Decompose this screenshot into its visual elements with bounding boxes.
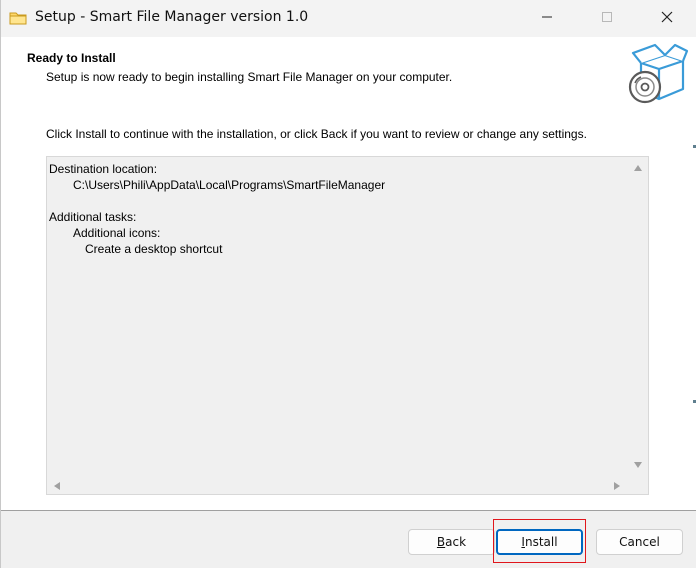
destination-label: Destination location: [49, 162, 158, 176]
window-title: Setup - Smart File Manager version 1.0 [35, 9, 309, 25]
scroll-left-icon[interactable] [54, 482, 60, 490]
close-button[interactable] [637, 0, 696, 37]
title-bar[interactable]: Setup - Smart File Manager version 1.0 [1, 0, 696, 37]
minimize-icon [541, 11, 553, 26]
footer-divider [1, 510, 696, 511]
cancel-button-label: Cancel [619, 535, 660, 549]
back-button-label: Back [436, 535, 467, 549]
setup-window: Setup - Smart File Manager version 1.0 R… [0, 0, 696, 568]
maximize-icon [601, 11, 613, 26]
instruction-text: Click Install to continue with the insta… [46, 127, 587, 141]
shortcut-task: Create a desktop shortcut [85, 242, 223, 256]
folder-icon [9, 10, 27, 26]
scroll-down-icon[interactable] [634, 462, 642, 468]
close-icon [661, 11, 673, 26]
memo-spacer [49, 193, 627, 209]
install-button[interactable]: Install [496, 529, 583, 555]
back-button[interactable]: Back [408, 529, 495, 555]
wizard-body: Click Install to continue with the insta… [1, 111, 696, 510]
wizard-header: Ready to Install Setup is now ready to b… [1, 37, 696, 111]
horizontal-scrollbar[interactable] [47, 477, 628, 494]
memo-content: Destination location: C:\Users\Phili\App… [49, 161, 627, 257]
maximize-button[interactable] [577, 0, 637, 37]
cancel-button[interactable]: Cancel [596, 529, 683, 555]
page-subtitle: Setup is now ready to begin installing S… [46, 70, 453, 84]
scroll-right-icon[interactable] [614, 482, 620, 490]
vertical-scrollbar[interactable] [628, 157, 648, 478]
destination-path: C:\Users\Phili\AppData\Local\Programs\Sm… [73, 178, 386, 192]
ready-memo[interactable]: Destination location: C:\Users\Phili\App… [46, 156, 649, 495]
install-box-disc-icon [625, 41, 689, 107]
page-title: Ready to Install [27, 51, 116, 65]
minimize-button[interactable] [517, 0, 577, 37]
install-button-label: Install [521, 535, 558, 549]
icons-label: Additional icons: [73, 226, 161, 240]
scroll-corner [628, 477, 648, 494]
scroll-up-icon[interactable] [634, 165, 642, 171]
tasks-label: Additional tasks: [49, 210, 137, 224]
